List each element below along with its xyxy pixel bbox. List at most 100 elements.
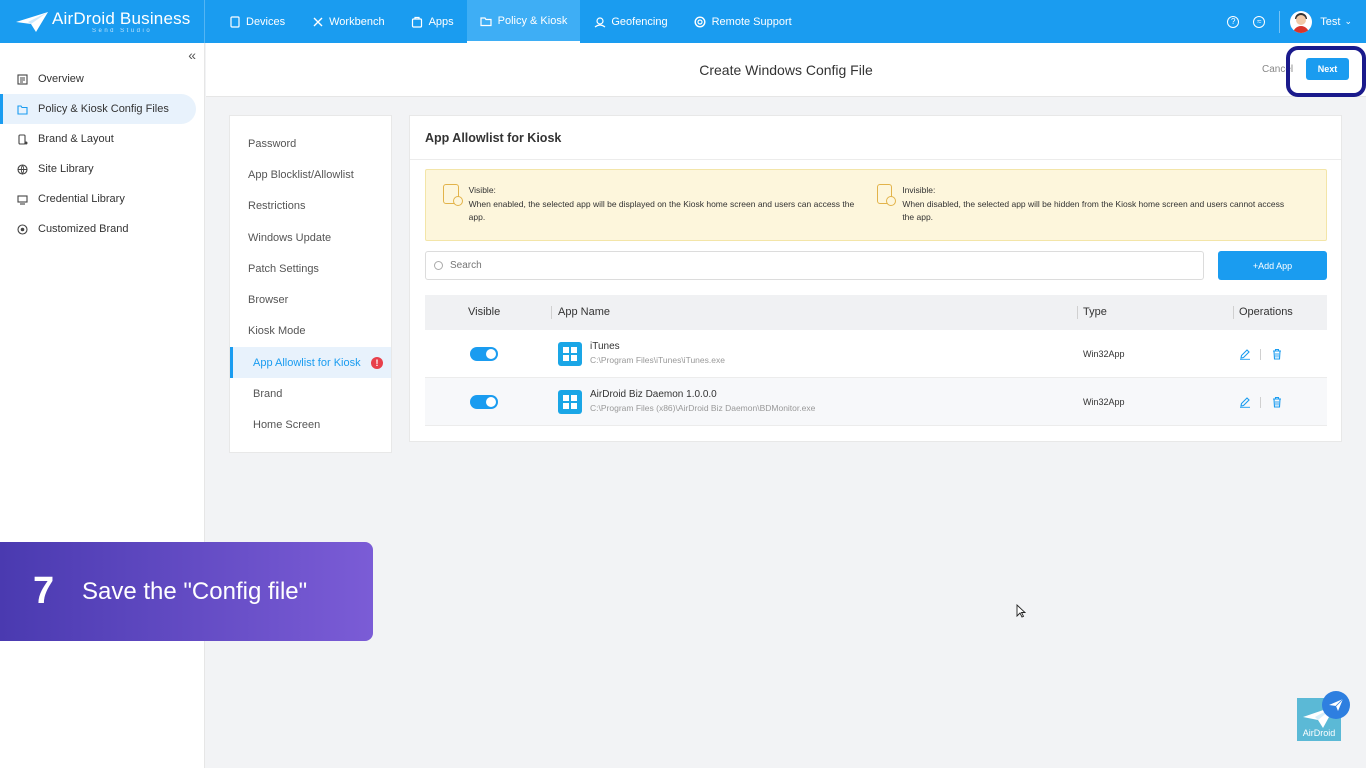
- help-icon[interactable]: ?: [1227, 15, 1240, 28]
- remote-support-icon: [694, 15, 707, 28]
- app-table: Visible App Name Type Operations iTunes …: [425, 295, 1327, 426]
- search-icon: [434, 261, 443, 270]
- sidebar-item-customized-brand[interactable]: Customized Brand: [0, 214, 196, 244]
- nav-workbench[interactable]: Workbench: [298, 0, 397, 43]
- nav-policy-kiosk[interactable]: Policy & Kiosk: [466, 0, 581, 43]
- nav-label: Remote Support: [711, 15, 792, 28]
- table-row: AirDroid Biz Daemon 1.0.0.0 C:\Program F…: [425, 378, 1327, 426]
- brand-layout-icon: [16, 133, 28, 145]
- sidebar-item-label: Overview: [38, 73, 84, 85]
- sidebar-item-label: Brand & Layout: [38, 133, 114, 145]
- mouse-cursor-icon: [1016, 603, 1027, 618]
- column-header-operations: Operations: [1239, 306, 1293, 318]
- broadcast-icon[interactable]: ≈: [1253, 15, 1266, 28]
- customized-brand-icon: [16, 223, 28, 235]
- notice-invisible-text: When disabled, the selected app will be …: [902, 198, 1285, 223]
- visible-toggle[interactable]: [470, 395, 498, 409]
- sidebar-item-label: Credential Library: [38, 193, 125, 205]
- menu-item-home-screen[interactable]: Home Screen: [230, 410, 391, 441]
- edit-icon[interactable]: [1239, 396, 1251, 408]
- page-title: Create Windows Config File: [699, 62, 873, 78]
- devices-icon: [228, 15, 241, 28]
- brand-name: AirDroid Business: [52, 8, 191, 28]
- operations-divider: [1260, 397, 1261, 408]
- collapse-sidebar-icon[interactable]: «: [188, 47, 196, 63]
- delete-icon[interactable]: [1271, 396, 1283, 408]
- nav-label: Workbench: [329, 15, 385, 28]
- edit-icon[interactable]: [1239, 348, 1251, 360]
- table-row: iTunes C:\Program Files\iTunes\iTunes.ex…: [425, 330, 1327, 378]
- sidebar: « Overview Policy & Kiosk Config Files B…: [0, 43, 205, 768]
- sidebar-item-policy-kiosk-config-files[interactable]: Policy & Kiosk Config Files: [0, 94, 196, 124]
- nav-geofencing[interactable]: Geofencing: [580, 0, 680, 43]
- policy-icon: [480, 14, 493, 27]
- menu-item-brand[interactable]: Brand: [230, 378, 391, 409]
- geofencing-icon: [593, 15, 606, 28]
- visible-phone-icon: [443, 184, 463, 206]
- column-header-app-name: App Name: [558, 306, 610, 318]
- invisible-phone-icon: [877, 184, 897, 206]
- sidebar-item-brand-layout[interactable]: Brand & Layout: [0, 124, 196, 154]
- column-divider: [551, 306, 552, 319]
- menu-item-label: App Allowlist for Kiosk: [253, 356, 361, 369]
- sidebar-item-overview[interactable]: Overview: [0, 64, 196, 94]
- nav-label: Geofencing: [611, 15, 668, 28]
- widget-label: AirDroid: [1302, 728, 1336, 738]
- app-type: Win32App: [1083, 397, 1125, 407]
- windows-app-icon: [558, 390, 582, 414]
- add-app-button[interactable]: +Add App: [1218, 251, 1327, 280]
- nav-label: Devices: [246, 15, 286, 28]
- top-navigation-bar: AirDroid Business Send Studio Devices Wo…: [0, 0, 1366, 43]
- search-field[interactable]: [425, 251, 1204, 280]
- overview-icon: [16, 73, 28, 85]
- app-allowlist-panel: App Allowlist for Kiosk Visible: When en…: [409, 115, 1342, 442]
- sidebar-item-credential-library[interactable]: Credential Library: [0, 184, 196, 214]
- chevron-down-icon[interactable]: ⌄: [1344, 16, 1352, 27]
- windows-app-icon: [558, 342, 582, 366]
- column-divider: [1077, 306, 1078, 319]
- delete-icon[interactable]: [1271, 348, 1283, 360]
- notice-invisible-heading: Invisible:: [902, 185, 936, 195]
- nav-remote-support[interactable]: Remote Support: [681, 0, 805, 43]
- header-divider: [1279, 10, 1281, 33]
- menu-item-app-allowlist-for-kiosk[interactable]: App Allowlist for Kiosk !: [230, 347, 391, 379]
- visibility-notice: Visible: When enabled, the selected app …: [425, 169, 1327, 241]
- menu-item-windows-update[interactable]: Windows Update: [230, 222, 391, 253]
- notice-visible-text: When enabled, the selected app will be d…: [468, 198, 855, 223]
- step-instruction: Save the "Config file": [82, 577, 308, 605]
- brand-logo[interactable]: AirDroid Business Send Studio: [0, 0, 205, 43]
- table-header: Visible App Name Type Operations: [425, 295, 1327, 330]
- user-name[interactable]: Test: [1320, 16, 1340, 28]
- nav-devices[interactable]: Devices: [215, 0, 298, 43]
- menu-item-app-blocklist-allowlist[interactable]: App Blocklist/Allowlist: [230, 159, 391, 190]
- operations-divider: [1260, 349, 1261, 360]
- app-path: C:\Program Files (x86)\AirDroid Biz Daem…: [590, 403, 816, 413]
- page-header: Create Windows Config File Cancel Next: [206, 43, 1366, 97]
- notice-visible-heading: Visible:: [468, 185, 496, 195]
- menu-item-password[interactable]: Password: [230, 128, 391, 159]
- menu-item-patch-settings[interactable]: Patch Settings: [230, 253, 391, 284]
- sidebar-item-label: Customized Brand: [38, 223, 129, 235]
- app-path: C:\Program Files\iTunes\iTunes.exe: [590, 355, 725, 365]
- brand-subtitle: Send Studio: [92, 27, 153, 34]
- search-input[interactable]: [450, 260, 1150, 271]
- site-library-icon: [16, 163, 28, 175]
- chat-fab-icon[interactable]: [1322, 691, 1350, 719]
- sidebar-item-label: Site Library: [38, 163, 94, 175]
- column-divider: [1233, 306, 1234, 319]
- column-header-visible: Visible: [468, 306, 501, 318]
- workbench-icon: [311, 15, 324, 28]
- app-name: AirDroid Biz Daemon 1.0.0.0: [590, 389, 717, 400]
- nav-apps[interactable]: Apps: [398, 0, 467, 43]
- config-files-icon: [16, 103, 28, 115]
- menu-item-restrictions[interactable]: Restrictions: [230, 191, 391, 222]
- avatar[interactable]: [1290, 10, 1313, 33]
- config-settings-menu: Password App Blocklist/Allowlist Restric…: [229, 115, 392, 453]
- error-icon: !: [371, 357, 383, 370]
- menu-item-kiosk-mode[interactable]: Kiosk Mode: [230, 316, 391, 347]
- paper-plane-logo-icon: [16, 11, 48, 33]
- visible-toggle[interactable]: [470, 347, 498, 361]
- column-header-type: Type: [1083, 306, 1107, 318]
- sidebar-item-site-library[interactable]: Site Library: [0, 154, 196, 184]
- menu-item-browser[interactable]: Browser: [230, 284, 391, 315]
